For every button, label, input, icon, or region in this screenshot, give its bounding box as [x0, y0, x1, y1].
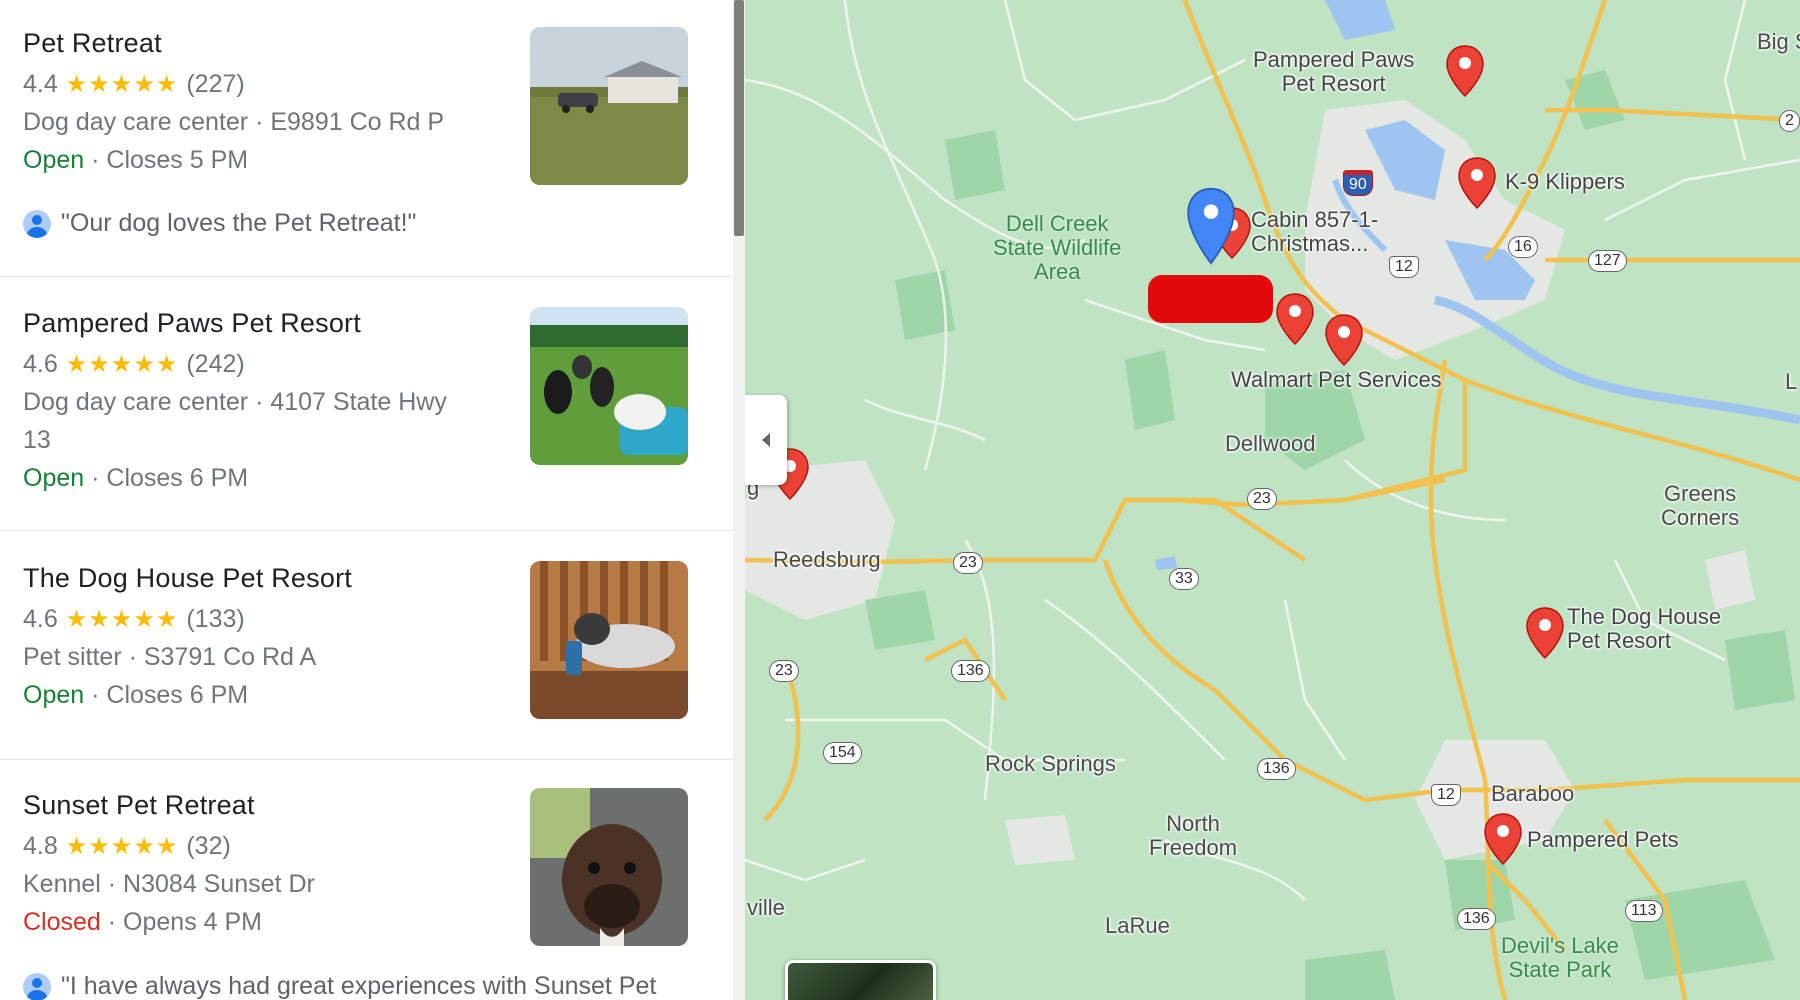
map-label-devils-lake: Devil's Lake State Park — [1501, 933, 1619, 982]
rating-value: 4.6 — [23, 605, 58, 633]
map-pin-icon[interactable] — [1445, 44, 1485, 98]
map-label-dell-creek: Dell Creek State Wildlife Area — [993, 211, 1122, 284]
review-count[interactable]: (133) — [186, 605, 244, 634]
results-panel[interactable]: Pet Retreat 4.4 ★★★★★ (227) Dog day care… — [0, 0, 734, 1000]
rating-value: 4.8 — [23, 832, 58, 860]
result-title[interactable]: The Dog House Pet Resort — [23, 563, 352, 594]
open-status: Open — [23, 464, 85, 492]
interstate-90-shield: 90 — [1343, 170, 1373, 196]
results-scrollbar[interactable] — [733, 0, 745, 1000]
map-label-reedsburg: Reedsburg — [773, 547, 881, 572]
review-quote: "I have always had great experiences wit… — [61, 972, 657, 1000]
route-shield: 33 — [1169, 568, 1199, 590]
star-rating-icon: ★★★★★ — [65, 833, 179, 860]
us-route-shield: 12 — [1431, 784, 1461, 806]
closed-status: Closed — [23, 908, 101, 936]
map-pin-icon[interactable] — [1324, 313, 1364, 367]
route-shield: 23 — [1247, 488, 1277, 510]
map-label-town: ville — [747, 895, 785, 920]
map-pin-icon[interactable] — [1457, 156, 1497, 210]
user-icon — [23, 209, 51, 238]
route-shield: 23 — [769, 660, 799, 682]
star-rating-icon: ★★★★★ — [65, 71, 179, 98]
open-status: Open — [23, 681, 85, 709]
result-rating: 4.6 ★★★★★ (242) — [23, 350, 245, 379]
result-hours: Open · Closes 6 PM — [23, 681, 248, 710]
layers-toggle-button[interactable] — [785, 960, 936, 1000]
route-shield: 2 — [1779, 110, 1800, 132]
chevron-left-icon — [762, 433, 770, 447]
hours-text: · Closes 5 PM — [84, 146, 249, 174]
result-photo[interactable] — [530, 307, 688, 465]
map-label-pampered-paws[interactable]: Pampered Paws Pet Resort — [1253, 48, 1414, 96]
result-card[interactable]: Pampered Paws Pet Resort 4.6 ★★★★★ (242)… — [0, 277, 733, 531]
result-category-address: Kennel · N3084 Sunset Dr — [23, 870, 315, 898]
result-card[interactable]: Sunset Pet Retreat 4.8 ★★★★★ (32) Kennel… — [0, 760, 733, 1000]
result-hours: Open · Closes 5 PM — [23, 146, 248, 175]
review-count[interactable]: (32) — [186, 832, 230, 861]
hours-text: · Closes 6 PM — [84, 464, 249, 492]
us-route-shield: 12 — [1389, 256, 1419, 278]
map-label-k9-klippers[interactable]: K-9 Klippers — [1505, 170, 1625, 194]
map-label-dellwood: Dellwood — [1225, 431, 1316, 456]
route-shield: 136 — [951, 660, 990, 682]
hours-text: · Closes 6 PM — [84, 681, 249, 709]
result-photo[interactable] — [530, 561, 688, 719]
route-shield: 113 — [1625, 900, 1663, 922]
result-title[interactable]: Sunset Pet Retreat — [23, 790, 255, 821]
map-label-greens-corners: Greens Corners — [1661, 481, 1740, 530]
current-location-pin-icon[interactable] — [1187, 186, 1235, 266]
route-shield: 16 — [1508, 236, 1538, 258]
review-snippet: "I have always had great experiences wit… — [23, 972, 656, 1000]
result-rating: 4.4 ★★★★★ (227) — [23, 70, 245, 99]
star-rating-icon: ★★★★★ — [65, 351, 179, 378]
result-photo[interactable] — [530, 788, 688, 946]
redaction-mark — [1148, 275, 1273, 323]
map-pin-icon[interactable] — [1483, 812, 1523, 866]
result-category-address: Pet sitter · S3791 Co Rd A — [23, 643, 317, 671]
route-shield: 136 — [1457, 908, 1496, 930]
rating-value: 4.6 — [23, 350, 58, 378]
map-label-rock-springs: Rock Springs — [985, 751, 1116, 776]
hours-text: · Opens 4 PM — [100, 908, 262, 936]
result-hours: Closed · Opens 4 PM — [23, 908, 262, 937]
map-label-dog-house[interactable]: The Dog House Pet Resort — [1567, 605, 1721, 653]
route-shield: 136 — [1257, 758, 1296, 780]
review-count[interactable]: (242) — [186, 350, 244, 379]
map-label-cabin[interactable]: Cabin 857-1- Christmas... — [1251, 208, 1378, 256]
result-photo[interactable] — [530, 27, 688, 185]
open-status: Open — [23, 146, 85, 174]
review-quote: "Our dog loves the Pet Retreat!" — [61, 209, 417, 237]
result-hours: Open · Closes 6 PM — [23, 464, 248, 493]
rating-value: 4.4 — [23, 70, 58, 98]
route-shield: 127 — [1588, 250, 1627, 272]
map-pin-icon[interactable] — [1525, 606, 1565, 660]
result-card[interactable]: Pet Retreat 4.4 ★★★★★ (227) Dog day care… — [0, 0, 733, 277]
review-count[interactable]: (227) — [186, 70, 244, 99]
result-category-address: Dog day care center · 4107 State Hwy — [23, 388, 447, 416]
route-shield: 154 — [823, 742, 862, 764]
scrollbar-thumb[interactable] — [734, 0, 744, 236]
result-address-continued: 13 — [23, 426, 51, 454]
result-rating: 4.8 ★★★★★ (32) — [23, 832, 231, 861]
map-label-town: Big S — [1757, 29, 1800, 54]
map-label-town: L — [1785, 369, 1798, 394]
map-label-north-freedom: North Freedom — [1149, 811, 1238, 860]
map-label-walmart-pet-services[interactable]: Walmart Pet Services — [1231, 368, 1442, 392]
collapse-panel-button[interactable] — [745, 395, 787, 485]
result-category-address: Dog day care center · E9891 Co Rd P — [23, 108, 445, 136]
map-label-larue: LaRue — [1105, 913, 1170, 938]
result-title[interactable]: Pet Retreat — [23, 28, 162, 59]
map-label-baraboo: Baraboo — [1491, 781, 1575, 806]
star-rating-icon: ★★★★★ — [65, 606, 179, 633]
map-label-pampered-pets[interactable]: Pampered Pets — [1527, 828, 1679, 852]
result-card[interactable]: The Dog House Pet Resort 4.6 ★★★★★ (133)… — [0, 531, 733, 760]
route-shield: 23 — [953, 552, 983, 574]
map-view[interactable]: Pampered Paws Pet Resort K-9 Klippers Ca… — [745, 0, 1800, 1000]
result-title[interactable]: Pampered Paws Pet Resort — [23, 308, 361, 339]
user-icon — [23, 972, 51, 1000]
review-snippet: "Our dog loves the Pet Retreat!" — [23, 209, 416, 238]
map-pin-icon[interactable] — [1275, 292, 1315, 346]
result-rating: 4.6 ★★★★★ (133) — [23, 605, 245, 634]
